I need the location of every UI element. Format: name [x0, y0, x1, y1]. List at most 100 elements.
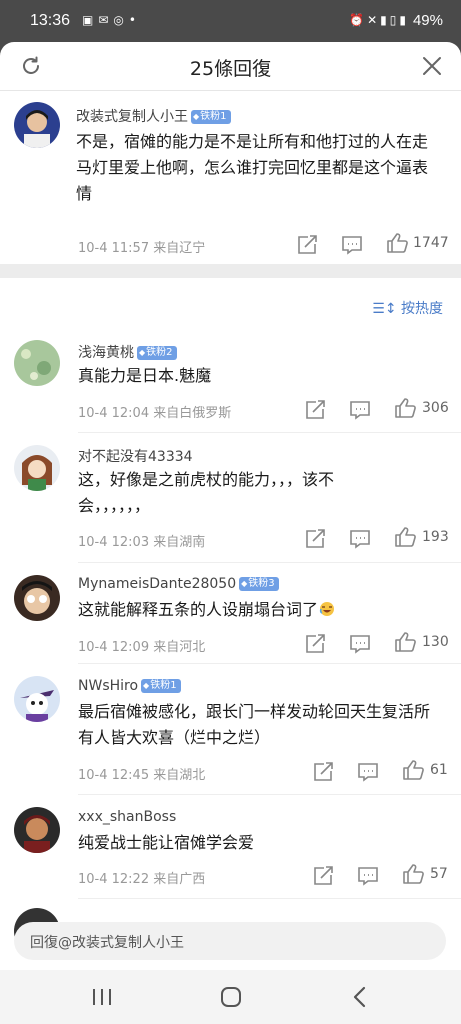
- avatar[interactable]: [14, 575, 60, 621]
- comments-sheet: 25條回復 改装式复制人小王 ◆铁粉1 不是，宿傩的能力是不是让所有和他打过的人在…: [0, 42, 461, 970]
- reply-meta: 10-4 12:22 来自广西: [78, 868, 205, 887]
- reply-meta: 10-4 12:09 来自河北: [78, 636, 205, 655]
- diamond-icon: ◆: [143, 681, 150, 690]
- comment-meta: 10-4 11:57 来自辽宁: [78, 237, 205, 256]
- fan-badge: ◆铁粉3: [239, 577, 279, 591]
- share-icon[interactable]: [304, 529, 326, 549]
- comment-author[interactable]: 改装式复制人小王 ◆铁粉1: [76, 106, 231, 126]
- reply-time: 10-4 12:09: [78, 640, 150, 655]
- reply-location: 来自湖北: [153, 768, 206, 783]
- reply-icon[interactable]: [349, 529, 371, 549]
- reply-icon[interactable]: [357, 762, 379, 782]
- badge-label: 铁粉3: [248, 578, 275, 589]
- badge-label: 铁粉1: [150, 680, 177, 691]
- close-icon[interactable]: [421, 55, 443, 77]
- share-icon[interactable]: [296, 235, 318, 255]
- home-icon[interactable]: [219, 985, 243, 1009]
- badge-label: 铁粉1: [200, 111, 227, 122]
- username[interactable]: xxx_shanBoss: [78, 809, 176, 825]
- comment-text: 不是，宿傩的能力是不是让所有和他打过的人在走马灯里爱上他啊，怎么谁打完回忆里都是…: [76, 132, 429, 203]
- share-icon[interactable]: [304, 634, 326, 654]
- reply-location: 来自广西: [153, 872, 206, 887]
- reply-meta: 10-4 12:04 来自白俄罗斯: [78, 402, 231, 421]
- status-bar: 13:36 ▣✉◎• ⏰✕▮▯▮ 49%: [0, 0, 461, 42]
- like-icon[interactable]: [394, 632, 416, 652]
- fan-badge: ◆铁粉1: [191, 110, 231, 124]
- reply-meta: 10-4 12:03 来自湖南: [78, 531, 205, 550]
- reply-author[interactable]: MynameisDante28050 ◆铁粉3: [78, 576, 279, 592]
- battery-level: 49%: [412, 12, 443, 29]
- reply-author[interactable]: 对不起没有43334: [78, 446, 193, 466]
- recent-apps-icon[interactable]: [91, 986, 113, 1008]
- avatar[interactable]: [14, 340, 60, 386]
- reply-author[interactable]: NWsHiro ◆铁粉1: [78, 678, 181, 694]
- laugh-cry-emoji-icon: [319, 602, 335, 616]
- system-icons: ⏰✕▮▯▮: [349, 13, 409, 27]
- reply-text-content: 这就能解释五条的人设崩塌台词了: [78, 600, 319, 619]
- sheet-header: 25條回復: [0, 42, 461, 91]
- divider: [78, 898, 461, 899]
- divider: [78, 562, 461, 563]
- share-icon[interactable]: [312, 762, 334, 782]
- reply-location: 来自湖南: [153, 535, 206, 550]
- username[interactable]: 浅海黄桃: [78, 345, 134, 361]
- share-icon[interactable]: [312, 866, 334, 886]
- reply-text: 这就能解释五条的人设崩塌台词了: [78, 597, 438, 623]
- reply-location: 来自河北: [153, 640, 206, 655]
- like-icon[interactable]: [386, 233, 408, 253]
- fan-badge: ◆铁粉1: [141, 679, 181, 693]
- section-divider: [0, 264, 461, 278]
- status-time: 13:36: [30, 12, 71, 29]
- username[interactable]: NWsHiro: [78, 678, 138, 694]
- sort-label: 按热度: [401, 301, 443, 317]
- avatar[interactable]: [14, 807, 60, 853]
- comment-time: 10-4 11:57: [78, 241, 150, 256]
- badge-label: 铁粉2: [146, 347, 173, 358]
- divider: [78, 794, 461, 795]
- comment-location: 来自辽宁: [153, 241, 206, 256]
- reply-meta: 10-4 12:45 来自湖北: [78, 764, 205, 783]
- back-icon[interactable]: [349, 985, 371, 1009]
- divider: [78, 432, 461, 433]
- reply-author[interactable]: xxx_shanBoss: [78, 809, 176, 825]
- like-icon[interactable]: [402, 760, 424, 780]
- reply-time: 10-4 12:03: [78, 535, 150, 550]
- notification-icons: ▣✉◎•: [82, 13, 141, 27]
- reply-icon[interactable]: [357, 866, 379, 886]
- sort-icon: ☰↕: [372, 301, 397, 317]
- avatar[interactable]: [14, 676, 60, 722]
- reply-text: 真能力是日本.魅魔: [78, 366, 212, 385]
- reply-input-placeholder: 回復@改装式复制人小王: [30, 935, 184, 951]
- navigation-bar: [0, 970, 461, 1024]
- share-icon[interactable]: [304, 400, 326, 420]
- reply-icon[interactable]: [349, 634, 371, 654]
- diamond-icon: ◆: [241, 579, 248, 588]
- like-icon[interactable]: [402, 864, 424, 884]
- reply-author[interactable]: 浅海黄桃 ◆铁粉2: [78, 342, 177, 362]
- like-count: 306: [422, 400, 449, 416]
- like-icon[interactable]: [394, 398, 416, 418]
- like-icon[interactable]: [394, 527, 416, 547]
- page-title: 25條回復: [189, 58, 272, 80]
- reply-text: 纯爱战士能让宿傩学会爱: [78, 833, 255, 852]
- reply-input[interactable]: 回復@改装式复制人小王: [14, 922, 446, 960]
- diamond-icon: ◆: [193, 112, 200, 121]
- reply-location: 来自白俄罗斯: [153, 406, 232, 421]
- username[interactable]: 对不起没有43334: [78, 449, 193, 465]
- reply-icon[interactable]: [341, 235, 363, 255]
- like-count: 61: [430, 762, 448, 778]
- reply-text: 这，好像是之前虎杖的能力，，，该不会，，，，，，: [78, 470, 335, 515]
- username[interactable]: MynameisDante28050: [78, 576, 236, 592]
- username[interactable]: 改装式复制人小王: [76, 109, 188, 125]
- like-count: 193: [422, 529, 449, 545]
- like-count: 57: [430, 866, 448, 882]
- avatar[interactable]: [14, 102, 60, 148]
- like-count: 1747: [413, 235, 449, 251]
- sort-button[interactable]: ☰↕ 按热度: [372, 298, 443, 318]
- reply-text: 最后宿傩被感化，跟长门一样发动轮回天生复活所有人皆大欢喜（烂中之烂）: [78, 702, 431, 747]
- avatar[interactable]: [14, 445, 60, 491]
- reply-time: 10-4 12:22: [78, 872, 150, 887]
- reply-icon[interactable]: [349, 400, 371, 420]
- divider: [78, 663, 461, 664]
- diamond-icon: ◆: [139, 348, 146, 357]
